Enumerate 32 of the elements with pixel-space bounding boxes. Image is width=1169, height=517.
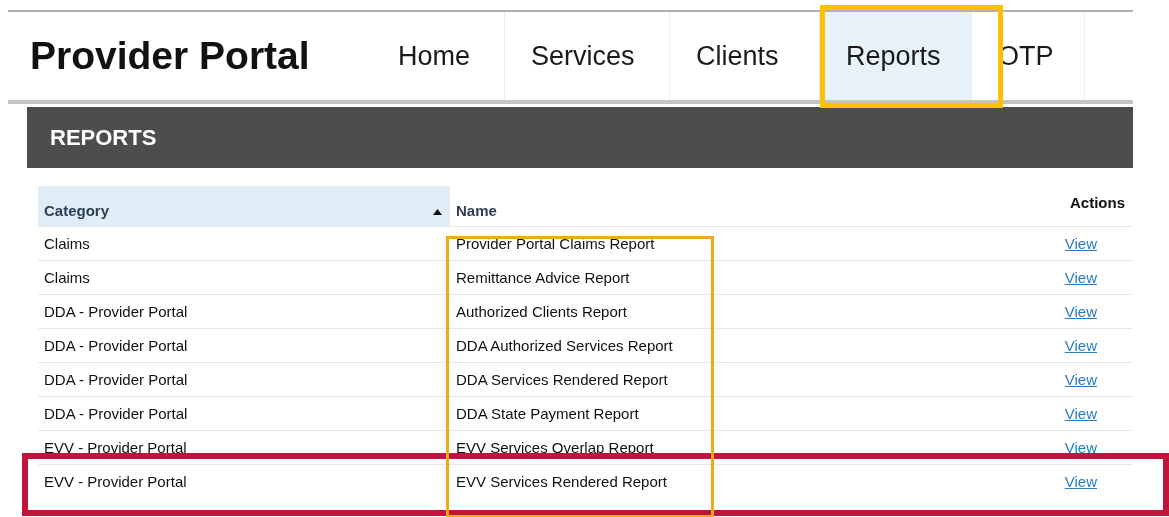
table-cell-text: Claims [43,234,91,254]
table-cell-text: Provider Portal Claims Report [455,234,656,254]
table-cell-text: Claims [43,268,91,288]
column-label: Actions [1070,194,1125,211]
view-link[interactable]: View [1064,235,1097,252]
column-header[interactable]: Category [38,186,450,227]
view-link[interactable]: View [1064,337,1097,354]
portal-title: Provider Portal [30,34,311,78]
table-cell-text: EVV Services Overlap Report [455,438,655,458]
table-cell-text: EVV - Provider Portal [43,472,188,492]
table-cell-text: Authorized Clients Report [455,302,628,322]
table-cell-text: DDA Services Rendered Report [455,370,669,390]
column-label: Category [44,202,110,219]
table-cell-text: DDA Authorized Services Report [455,336,674,356]
table-cell-text: DDA State Payment Report [455,404,640,424]
table-cell-text: DDA - Provider Portal [43,302,189,322]
table-cell-text: EVV - Provider Portal [43,438,188,458]
table-cell-text: DDA - Provider Portal [43,336,189,356]
column-header[interactable]: Actions [1043,186,1133,227]
table-cell-text: Remittance Advice Report [455,268,631,288]
view-link[interactable]: View [1064,405,1097,422]
view-link[interactable]: View [1064,473,1097,490]
view-link[interactable]: View [1064,303,1097,320]
table-cell-text: DDA - Provider Portal [43,404,189,424]
view-link[interactable]: View [1064,269,1097,286]
section-title: REPORTS [50,124,157,151]
table-cell-text: EVV Services Rendered Report [455,472,668,492]
table-cell-text: DDA - Provider Portal [43,370,189,390]
column-header[interactable]: Name [450,186,1043,227]
column-label: Name [456,202,497,219]
view-link[interactable]: View [1064,371,1097,388]
view-link[interactable]: View [1064,439,1097,456]
